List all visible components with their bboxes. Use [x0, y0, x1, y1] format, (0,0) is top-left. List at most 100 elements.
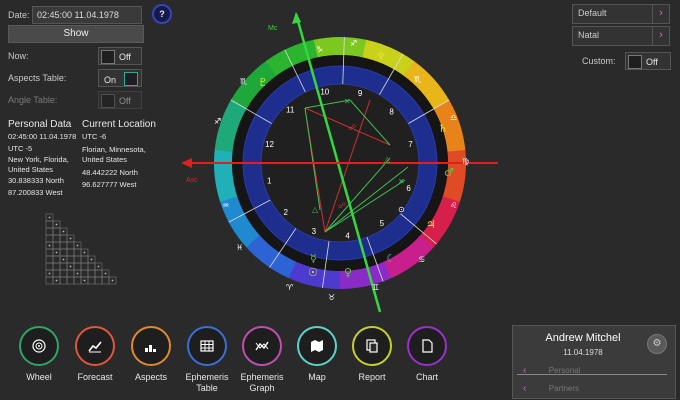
venus-icon: ♀: [344, 266, 352, 279]
house-number: 9: [358, 89, 363, 98]
angle-table-label: Angle Table:: [8, 95, 58, 105]
aspects-table-checkbox[interactable]: [124, 72, 139, 87]
mars-icon: ♂: [444, 166, 454, 179]
personal-row[interactable]: ‹ Personal: [517, 360, 667, 376]
table-icon[interactable]: [187, 326, 227, 366]
location-line: Florian, Minnesota,: [82, 145, 146, 154]
pluto-icon: ♇: [258, 76, 268, 89]
aspect-grid-cell: [52, 234, 61, 243]
aspect-grid-mark: [97, 265, 100, 268]
cancer-icon: ♋: [418, 255, 425, 264]
settings-gear-icon[interactable]: ⚙: [647, 334, 667, 354]
chevron-right-icon: ›: [652, 5, 669, 23]
forecast-icon[interactable]: [75, 326, 115, 366]
house-number: 4: [345, 232, 350, 241]
custom-label: Custom:: [582, 56, 616, 66]
natal-wheel-chart[interactable]: 123 456789101112 Mc Asc ♆ ♇ ♄ ♂ ♃ ☾ ♀ ☉ …: [175, 0, 505, 320]
svg-text:△: △: [312, 205, 319, 214]
aspects-table-state: On: [104, 74, 117, 85]
aspect-grid-mark: [62, 258, 65, 261]
mercury-icon: ☿: [310, 252, 317, 265]
natal-select[interactable]: Natal ›: [572, 26, 670, 46]
sun-icon: ☉: [308, 266, 318, 279]
aspect-grid-cell: [45, 255, 54, 264]
aspect-grid-mark: [69, 265, 72, 268]
show-button[interactable]: Show: [8, 25, 144, 43]
now-label: Now:: [8, 51, 29, 61]
asc-label: Asc: [186, 177, 198, 184]
aspect-grid-cell: [66, 241, 75, 250]
aspect-grid-mark: [104, 272, 107, 275]
graph-icon[interactable]: [242, 326, 282, 366]
aspect-grid-cell: [59, 241, 68, 250]
gemini-icon: ♊: [372, 283, 379, 292]
personal-line: New York, Florida,: [8, 155, 69, 164]
location-line: 48.442222 North: [82, 168, 138, 177]
partners-row[interactable]: ‹ Partners: [517, 378, 667, 394]
dock-label: Forecast: [77, 372, 113, 382]
aspect-grid-cell: [101, 276, 110, 285]
house-number: 8: [389, 107, 394, 116]
wheel-icon[interactable]: [19, 326, 59, 366]
aspect-grid-mark: [76, 244, 79, 247]
default-select[interactable]: Default ›: [572, 4, 670, 24]
aspects-icon[interactable]: [131, 326, 171, 366]
aspect-grid-cell: [73, 248, 82, 257]
dock-item-forecast[interactable]: Forecast: [63, 326, 127, 383]
aspect-grid-cell: [87, 269, 96, 278]
help-button[interactable]: ?: [152, 4, 172, 24]
aspect-grid-mark: [48, 272, 51, 275]
svg-text:☍: ☍: [348, 123, 356, 132]
help-icon: ?: [159, 9, 165, 19]
aspect-grid-cell: [80, 269, 89, 278]
aspect-grid-mark: [76, 272, 79, 275]
personal-data-lines: 02:45:00 11.04.1978 UTC -5 New York, Flo…: [8, 131, 78, 199]
chevron-left-icon: ‹: [523, 383, 527, 394]
profile-date: 11.04.1978: [563, 348, 603, 357]
profile-name: Andrew Mitchel: [545, 332, 621, 344]
aspect-grid-mark: [83, 279, 86, 282]
aspect-grid-cell: [73, 276, 82, 285]
report-icon[interactable]: [352, 326, 392, 366]
asc-arrowhead: [181, 158, 192, 168]
aspect-grid-cell: [52, 241, 61, 250]
neptune-icon: ♆: [376, 50, 386, 63]
aspect-grid-cell: [66, 269, 75, 278]
location-line: 96.627777 West: [82, 180, 137, 189]
now-checkbox[interactable]: [101, 50, 115, 65]
aspects-table-toggle[interactable]: On: [98, 69, 142, 87]
date-field[interactable]: 02:45:00 11.04.1978: [32, 6, 142, 24]
aspect-grid-cell: [45, 220, 54, 229]
aspect-grid-cell: [87, 262, 96, 271]
date-value: 02:45:00 11.04.1978: [37, 10, 119, 20]
chart-icon[interactable]: [407, 326, 447, 366]
map-icon[interactable]: [297, 326, 337, 366]
svg-text:⊙: ⊙: [398, 205, 405, 214]
personal-line: United States: [8, 165, 54, 174]
aspects-grid[interactable]: [36, 210, 128, 290]
aspect-grid-mark: [55, 251, 58, 254]
current-location-lines: UTC -6 Florian, Minnesota, United States…: [82, 131, 152, 191]
moon-icon: ☾: [386, 252, 396, 265]
house-number: 1: [267, 177, 272, 186]
custom-toggle[interactable]: Off: [625, 52, 671, 70]
angle-table-checkbox[interactable]: [101, 94, 115, 109]
virgo-icon: ♍: [462, 157, 469, 166]
aspect-grid-cell: [94, 276, 103, 285]
dock-label: Aspects: [134, 372, 167, 382]
now-toggle[interactable]: Off: [98, 47, 142, 65]
aspect-grid-mark: [83, 251, 86, 254]
svg-text:△: △: [384, 155, 391, 164]
saturn-icon: ♄: [438, 122, 448, 135]
custom-checkbox[interactable]: [628, 55, 642, 70]
profile-panel: Andrew Mitchel 11.04.1978 ⚙ ‹ Personal ‹…: [512, 325, 676, 399]
angle-table-toggle[interactable]: Off: [98, 91, 142, 109]
dock-item-wheel[interactable]: Wheel: [7, 326, 71, 383]
sagittarius-icon: ♐: [350, 39, 357, 48]
pisces-icon: ♓: [236, 243, 243, 252]
dock-item-chart[interactable]: Chart: [395, 326, 459, 383]
chevron-right-icon: ›: [652, 27, 669, 45]
dock-item-aspects[interactable]: Aspects: [119, 326, 183, 383]
angle-table-state: Off: [119, 95, 131, 106]
aspect-grid-cell: [59, 234, 68, 243]
